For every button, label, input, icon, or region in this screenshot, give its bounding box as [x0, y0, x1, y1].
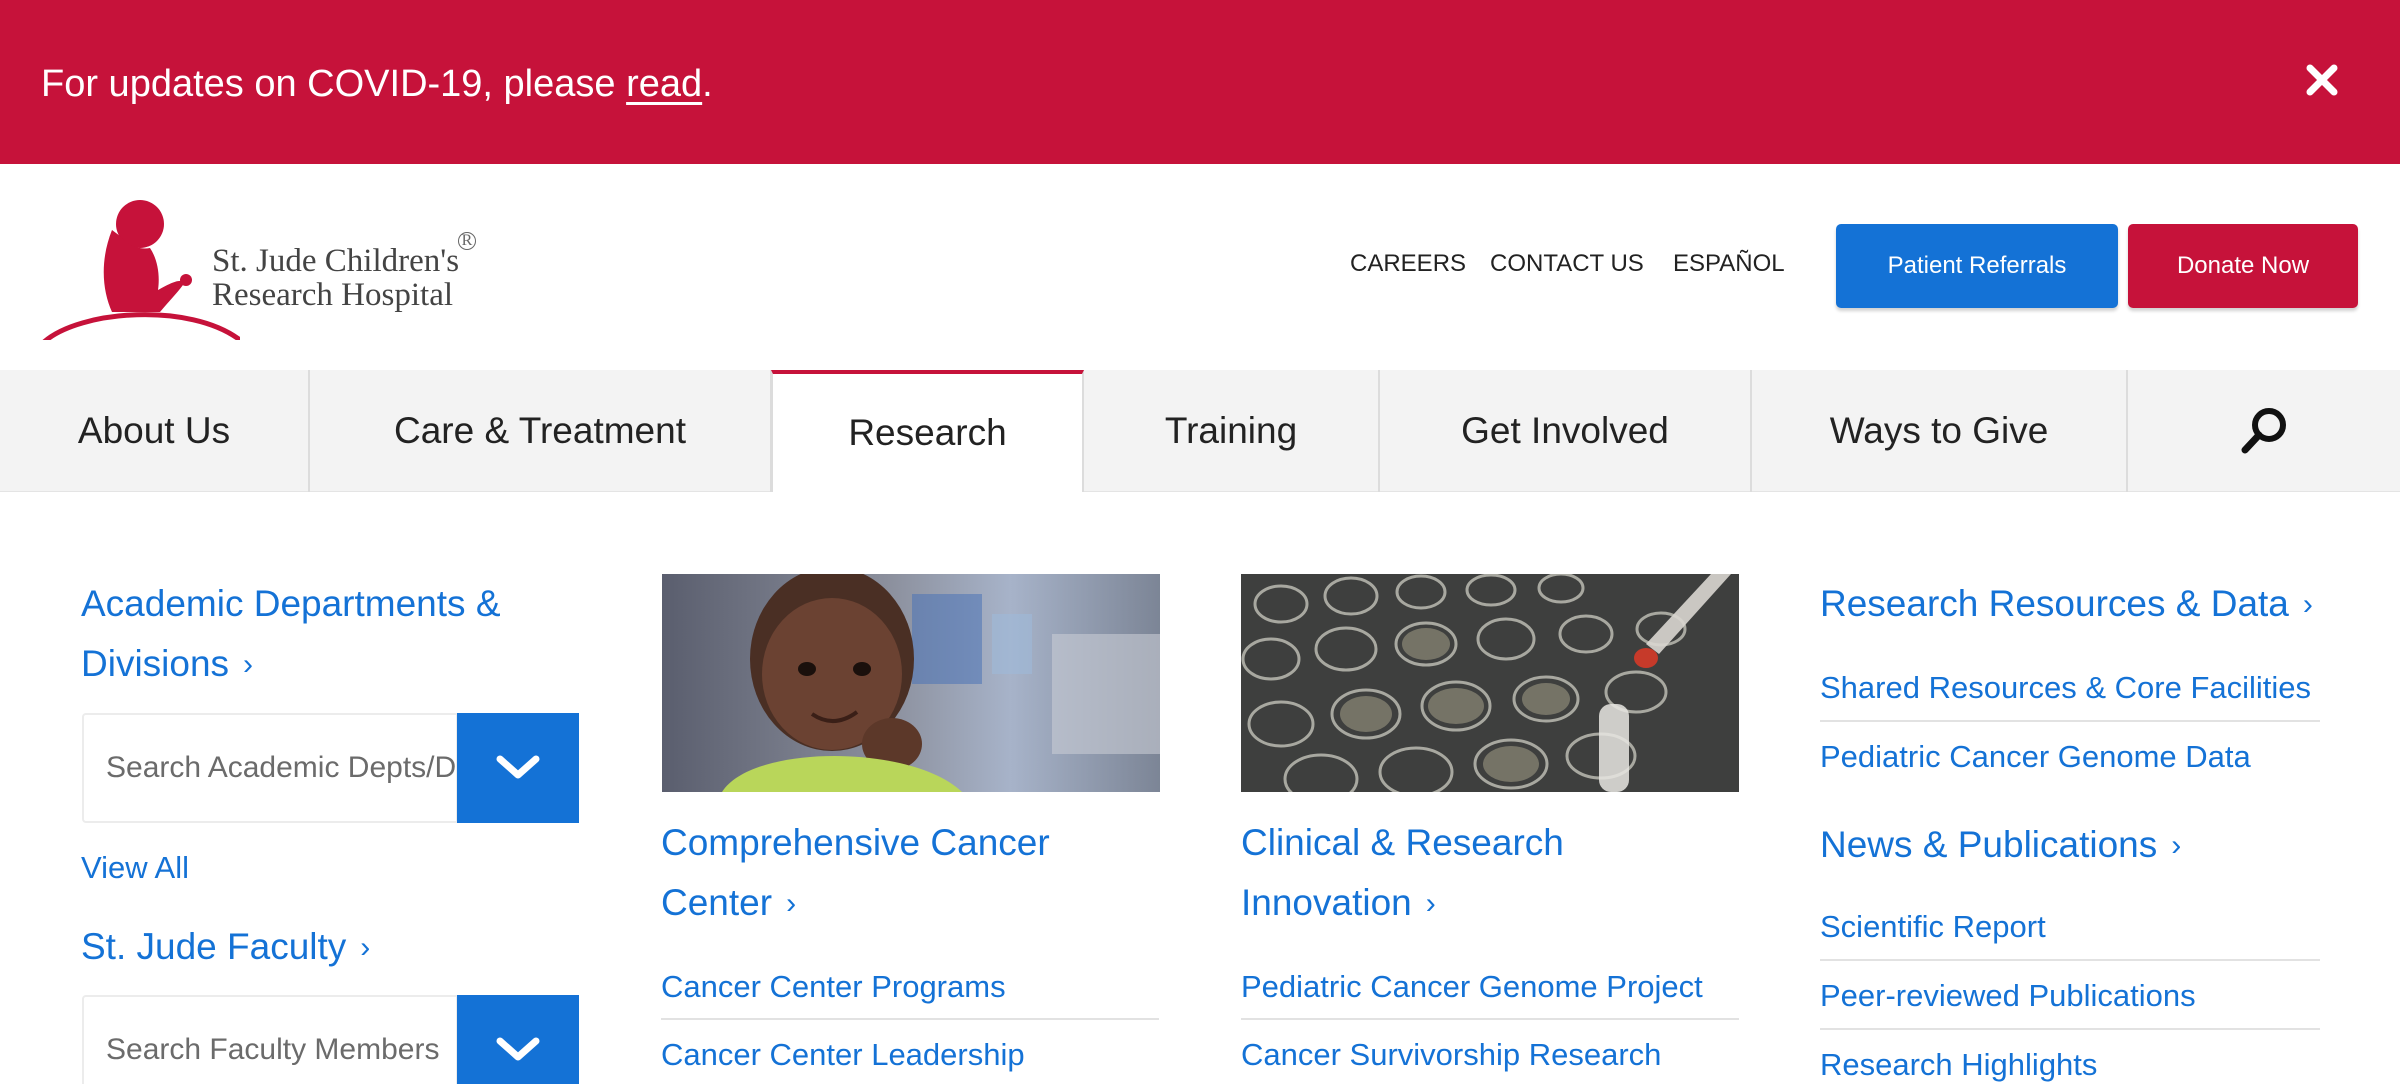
- nav-about-us[interactable]: About Us: [0, 370, 310, 492]
- search-icon[interactable]: [2128, 370, 2400, 492]
- covid-banner: For updates on COVID-19, please read.: [0, 0, 2400, 164]
- lab-research-photo[interactable]: [1241, 574, 1739, 792]
- logo-line-2: Research Hospital: [212, 277, 454, 313]
- child-patient-photo[interactable]: [662, 574, 1160, 792]
- heading-line-2: Center: [661, 882, 773, 923]
- comprehensive-cancer-center-heading[interactable]: Comprehensive Cancer Center ›: [661, 813, 1050, 934]
- academic-depts-search-box: [82, 713, 466, 823]
- chevron-down-icon: [496, 1037, 540, 1061]
- logo-wordmark: St. Jude Children's Research Hospital: [212, 244, 459, 312]
- close-icon[interactable]: [2300, 58, 2344, 102]
- heading-line-1: Clinical & Research: [1241, 822, 1564, 863]
- shared-resources-link[interactable]: Shared Resources & Core Facilities: [1820, 670, 2311, 706]
- research-highlights-link[interactable]: Research Highlights: [1820, 1047, 2097, 1083]
- chevron-right-icon: ›: [360, 931, 371, 964]
- pediatric-cancer-genome-data-link[interactable]: Pediatric Cancer Genome Data: [1820, 739, 2251, 775]
- nav-get-involved[interactable]: Get Involved: [1380, 370, 1752, 492]
- faculty-heading-text: St. Jude Faculty: [81, 926, 347, 967]
- banner-message: For updates on COVID-19, please read.: [41, 58, 713, 110]
- chevron-right-icon: ›: [786, 887, 797, 920]
- research-resources-data-heading[interactable]: Research Resources & Data ›: [1820, 574, 2313, 635]
- chevron-down-icon: [496, 755, 540, 779]
- cancer-center-programs-link[interactable]: Cancer Center Programs: [661, 969, 1006, 1005]
- heading-line-2: Divisions: [81, 643, 230, 684]
- chevron-right-icon: ›: [243, 648, 254, 681]
- heading-text: News & Publications: [1820, 824, 2158, 865]
- cancer-center-leadership-link[interactable]: Cancer Center Leadership: [661, 1037, 1025, 1073]
- cancer-survivorship-research-link[interactable]: Cancer Survivorship Research: [1241, 1037, 1661, 1073]
- child-silhouette-icon: [42, 200, 242, 344]
- nav-research[interactable]: Research: [771, 370, 1084, 492]
- news-publications-heading[interactable]: News & Publications ›: [1820, 815, 2181, 876]
- faculty-search-box: [82, 995, 466, 1084]
- heading-line-1: Comprehensive Cancer: [661, 822, 1050, 863]
- contact-us-link[interactable]: CONTACT US: [1490, 250, 1644, 278]
- scientific-report-link[interactable]: Scientific Report: [1820, 909, 2046, 945]
- site-header: St. Jude Children's Research Hospital R …: [0, 164, 2400, 370]
- chevron-right-icon: ›: [2302, 588, 2313, 621]
- heading-line-2: Innovation: [1241, 882, 1412, 923]
- divider: [1820, 959, 2320, 961]
- donate-now-button[interactable]: Donate Now: [2128, 224, 2358, 308]
- divider: [661, 1018, 1159, 1020]
- main-navigation: About Us Care & Treatment Research Train…: [0, 370, 2400, 492]
- nav-care-treatment[interactable]: Care & Treatment: [310, 370, 772, 492]
- faculty-heading[interactable]: St. Jude Faculty ›: [81, 917, 370, 978]
- chevron-right-icon: ›: [1425, 887, 1436, 920]
- divider: [1241, 1018, 1739, 1020]
- faculty-dropdown-button[interactable]: [457, 995, 579, 1084]
- heading-line-1: Academic Departments &: [81, 583, 501, 624]
- academic-depts-search-input[interactable]: [106, 715, 466, 821]
- clinical-research-innovation-heading[interactable]: Clinical & Research Innovation ›: [1241, 813, 1564, 934]
- logo-line-1: St. Jude Children's: [212, 243, 460, 279]
- chevron-right-icon: ›: [2171, 829, 2182, 862]
- academic-departments-heading[interactable]: Academic Departments & Divisions ›: [81, 574, 501, 695]
- banner-prefix: For updates on COVID-19, please: [41, 63, 627, 105]
- heading-text: Research Resources & Data: [1820, 583, 2289, 624]
- pediatric-cancer-genome-project-link[interactable]: Pediatric Cancer Genome Project: [1241, 969, 1703, 1005]
- academic-depts-dropdown-button[interactable]: [457, 713, 579, 823]
- faculty-search-input[interactable]: [106, 997, 466, 1084]
- banner-read-link[interactable]: read: [626, 63, 702, 105]
- banner-suffix: .: [702, 63, 713, 105]
- patient-referrals-button[interactable]: Patient Referrals: [1836, 224, 2118, 308]
- peer-reviewed-publications-link[interactable]: Peer-reviewed Publications: [1820, 978, 2196, 1014]
- divider: [1820, 1028, 2320, 1030]
- nav-training[interactable]: Training: [1084, 370, 1380, 492]
- view-all-link[interactable]: View All: [81, 850, 189, 886]
- registered-mark: R: [458, 232, 476, 250]
- st-jude-logo[interactable]: St. Jude Children's Research Hospital R: [40, 190, 480, 344]
- careers-link[interactable]: CAREERS: [1350, 250, 1466, 278]
- divider: [1820, 720, 2320, 722]
- nav-ways-to-give[interactable]: Ways to Give: [1752, 370, 2128, 492]
- espanol-link[interactable]: ESPAÑOL: [1673, 250, 1785, 278]
